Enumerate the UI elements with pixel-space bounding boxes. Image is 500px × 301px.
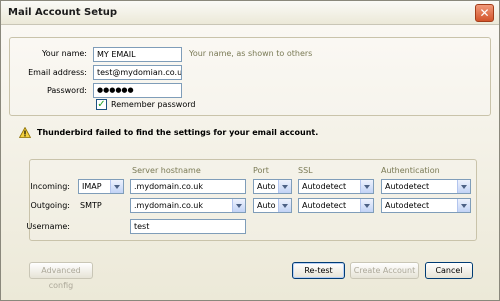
chevron-down-icon[interactable] [278, 199, 291, 212]
window-title: Mail Account Setup [8, 7, 118, 18]
remember-password-checkbox[interactable]: ✓ [96, 99, 107, 110]
chevron-down-icon[interactable] [457, 180, 470, 193]
advanced-config-button[interactable]: Advanced config [29, 262, 93, 290]
incoming-auth-select[interactable]: Autodetect [381, 179, 471, 194]
incoming-label: Incoming: [30, 182, 70, 191]
auth-header: Authentication [381, 166, 440, 175]
password-field[interactable]: ●●●●●● [93, 83, 182, 98]
username-label: Username: [26, 222, 70, 231]
incoming-hostname-field[interactable]: .mydomain.co.uk [130, 179, 246, 194]
incoming-ssl-select[interactable]: Autodetect [298, 179, 374, 194]
incoming-port-select[interactable]: Auto [253, 179, 292, 194]
password-label: Password: [46, 86, 87, 95]
cancel-button[interactable]: Cancel [425, 262, 473, 279]
incoming-protocol-select[interactable]: IMAP [78, 179, 124, 194]
port-header: Port [253, 166, 269, 175]
chevron-down-icon[interactable] [110, 180, 123, 193]
outgoing-ssl-value: Autodetect [302, 201, 347, 210]
chevron-down-icon[interactable] [457, 199, 470, 212]
incoming-ssl-value: Autodetect [302, 182, 347, 191]
incoming-protocol-value: IMAP [82, 182, 102, 191]
create-account-button[interactable]: Create Account [350, 262, 419, 279]
outgoing-port-select[interactable]: Auto [253, 198, 292, 213]
retest-button[interactable]: Re-test [292, 262, 345, 279]
chevron-down-icon[interactable] [278, 180, 291, 193]
status-message: Thunderbird failed to find the settings … [37, 128, 319, 137]
mail-account-setup-dialog: Mail Account Setup ✕ Your name: MY EMAIL… [0, 0, 500, 301]
ssl-header: SSL [298, 166, 313, 175]
chevron-down-icon[interactable] [232, 199, 245, 212]
username-field[interactable]: test [130, 219, 246, 234]
outgoing-hostname-value: .mydomain.co.uk [134, 201, 203, 210]
outgoing-auth-value: Autodetect [385, 201, 430, 210]
chevron-down-icon[interactable] [360, 199, 373, 212]
close-icon: ✕ [479, 6, 490, 20]
outgoing-protocol: SMTP [80, 201, 102, 210]
outgoing-hostname-select[interactable]: .mydomain.co.uk [130, 198, 246, 213]
outgoing-auth-select[interactable]: Autodetect [381, 198, 471, 213]
incoming-port-value: Auto [257, 182, 276, 191]
title-bar: Mail Account Setup ✕ [1, 1, 499, 25]
close-button[interactable]: ✕ [475, 4, 494, 22]
chevron-down-icon[interactable] [360, 180, 373, 193]
hostname-header: Server hostname [132, 166, 201, 175]
name-hint: Your name, as shown to others [189, 49, 313, 58]
outgoing-ssl-select[interactable]: Autodetect [298, 198, 374, 213]
name-label: Your name: [41, 49, 87, 58]
outgoing-label: Outgoing: [30, 201, 70, 210]
email-label: Email address: [28, 68, 87, 77]
warning-icon [19, 127, 31, 138]
incoming-auth-value: Autodetect [385, 182, 430, 191]
name-field[interactable]: MY EMAIL [93, 47, 182, 62]
email-field[interactable]: test@mydomian.co.uk [93, 65, 182, 80]
remember-password-label[interactable]: Remember password [111, 100, 195, 109]
outgoing-port-value: Auto [257, 201, 276, 210]
